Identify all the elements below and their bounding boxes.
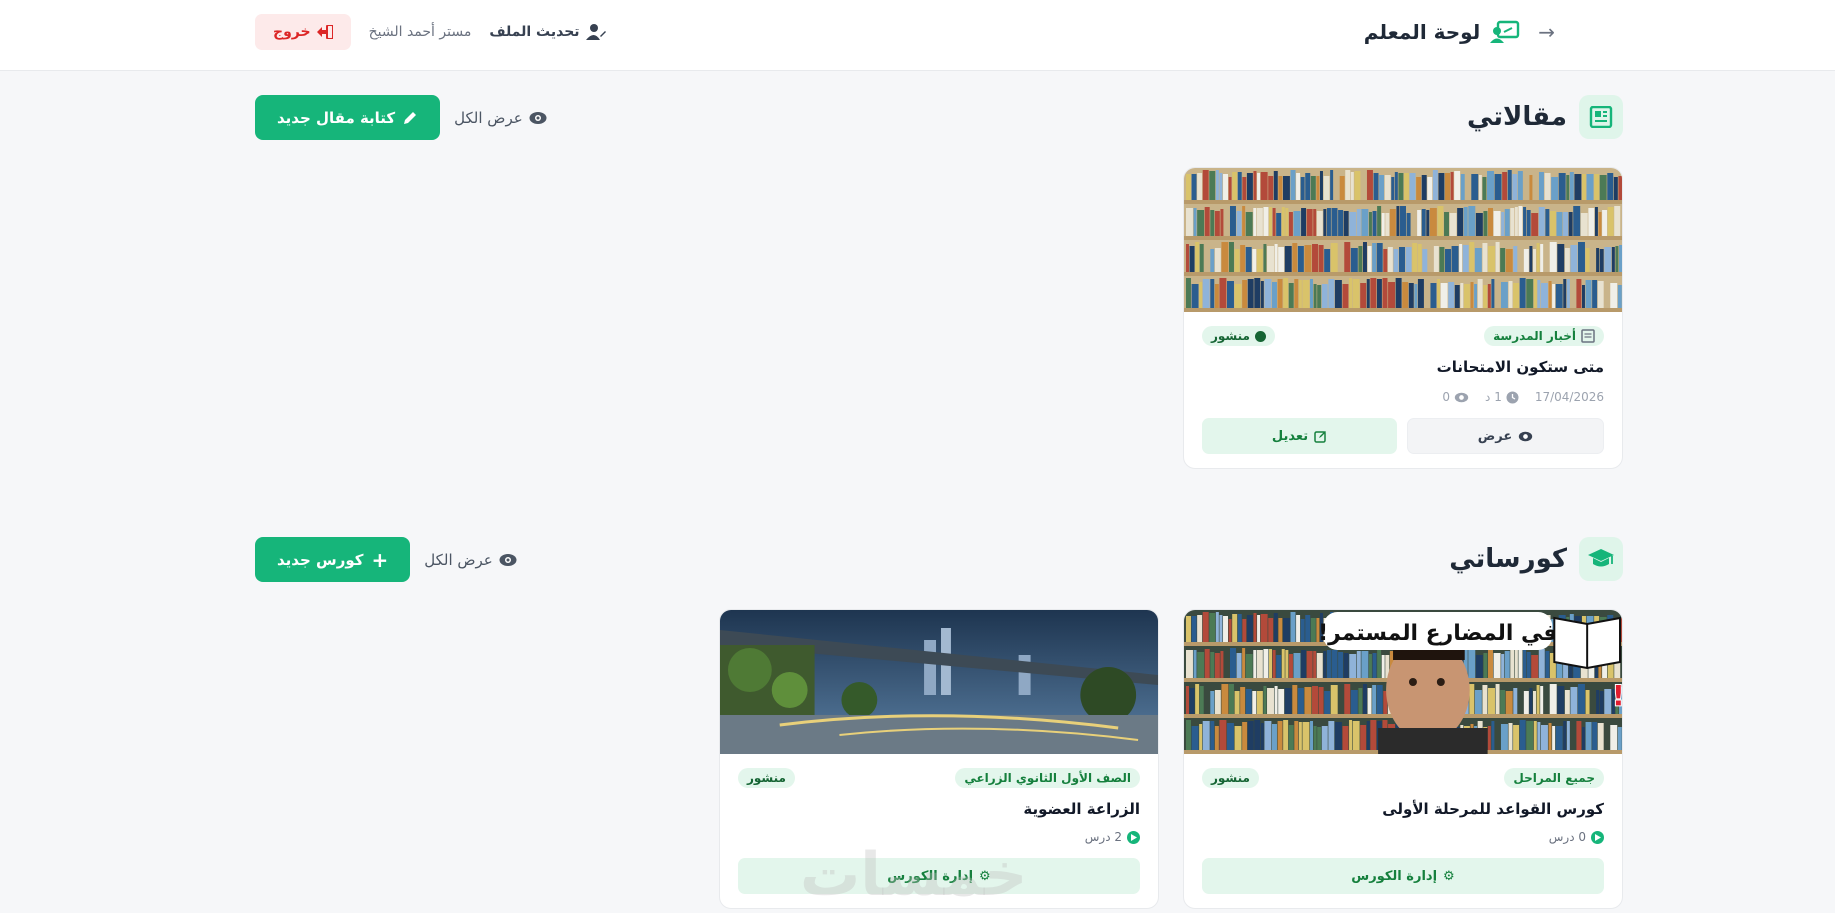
update-profile-link[interactable]: تحديث الملف	[489, 24, 606, 40]
courses-actions: + كورس جديد عرض الكل	[255, 537, 517, 582]
bookshelf-image	[1184, 168, 1622, 312]
article-meta: 17/04/2026 1 د 0	[1202, 390, 1604, 404]
course-lessons-count: 0 درس	[1548, 830, 1586, 844]
update-profile-label: تحديث الملف	[489, 24, 580, 40]
course-card: في المضارع المستمر! في 5 دقائق! جميع الم…	[1183, 609, 1623, 909]
manage-course-label: إدارة الكورس	[1351, 868, 1438, 884]
manage-course-button[interactable]: ⚙ إدارة الكورس	[738, 858, 1140, 894]
teacher-board-icon	[1490, 20, 1520, 43]
course-grade-badge: جميع المراحل	[1504, 768, 1604, 788]
article-date: 17/04/2026	[1534, 390, 1604, 404]
courses-section-header: كورساتي	[1449, 537, 1623, 581]
article-views-count: 0	[1442, 390, 1451, 404]
article-edit-button[interactable]: تعديل	[1202, 418, 1397, 454]
article-read-time-text: 1 د	[1485, 390, 1502, 404]
eye-icon	[1519, 431, 1533, 441]
article-title: متى ستكون الامتحانات	[1436, 358, 1604, 376]
course-status-badge: منشور	[1202, 768, 1259, 788]
edit-icon	[1314, 430, 1327, 443]
course-status-badge: منشور	[738, 768, 795, 788]
logout-label: خروج	[273, 24, 311, 40]
thumbnail-subline: في 5 دقائق!	[1612, 679, 1622, 712]
articles-view-all-link[interactable]: عرض الكل	[454, 109, 547, 127]
thumbnail-headline: في المضارع المستمر!	[1318, 621, 1557, 646]
article-view-button[interactable]: عرض	[1407, 418, 1604, 454]
sign-out-icon	[316, 25, 333, 39]
pencil-icon	[404, 112, 417, 124]
write-article-button[interactable]: كتابة مقال جديد	[255, 95, 441, 140]
article-category-badge: أخبار المدرسة	[1484, 326, 1604, 346]
new-course-button[interactable]: + كورس جديد	[255, 537, 411, 582]
courses-view-all-link[interactable]: عرض الكل	[424, 551, 517, 569]
play-circle-icon	[1591, 830, 1604, 844]
course-lessons: 0 درس	[1202, 830, 1604, 844]
articles-actions: كتابة مقال جديد عرض الكل	[255, 95, 547, 140]
write-article-label: كتابة مقال جديد	[277, 108, 396, 127]
articles-section-header: مقالاتي	[1467, 95, 1623, 139]
courses-title: كورساتي	[1449, 544, 1567, 574]
article-status-label: منشور	[1211, 329, 1250, 343]
course-lessons-count: 2 درس	[1084, 830, 1122, 844]
courses-view-all-label: عرض الكل	[424, 550, 493, 569]
article-card: أخبار المدرسة منشور متى ستكون الامتحانات…	[1183, 167, 1623, 469]
course-lessons: 2 درس	[738, 830, 1140, 844]
published-dot-icon	[1254, 330, 1266, 342]
gear-icon: ⚙	[1443, 868, 1455, 884]
clock-icon	[1506, 391, 1519, 403]
course-card: الصف الأول الثانوي الزراعي منشور الزراعة…	[719, 609, 1159, 909]
top-bar-actions: تحديث الملف مستر أحمد الشيخ خروج	[255, 14, 606, 50]
articles-title: مقالاتي	[1466, 102, 1567, 132]
course-thumbnail-image: في المضارع المستمر! في 5 دقائق!	[1184, 610, 1622, 754]
gear-icon: ⚙	[979, 868, 991, 884]
manage-course-button[interactable]: ⚙ إدارة الكورس	[1202, 858, 1604, 894]
newspaper-small-icon	[1581, 329, 1595, 343]
new-course-label: كورس جديد	[277, 550, 364, 569]
plus-icon: +	[371, 547, 389, 572]
garden-landscape-image	[720, 610, 1158, 754]
open-book-icon	[1553, 616, 1622, 670]
article-views: 0	[1442, 390, 1469, 404]
article-category-label: أخبار المدرسة	[1493, 329, 1576, 343]
eye-icon	[499, 553, 517, 566]
eye-small-icon	[1454, 392, 1469, 402]
user-name: مستر أحمد الشيخ	[368, 24, 472, 40]
manage-course-label: إدارة الكورس	[887, 868, 974, 884]
article-view-label: عرض	[1477, 428, 1513, 444]
graduation-cap-icon	[1579, 537, 1623, 581]
dashboard-title-text: لوحة المعلم	[1363, 20, 1481, 44]
dashboard-title: → لوحة المعلم	[1364, 20, 1555, 44]
user-edit-icon	[585, 24, 606, 40]
article-read-time: 1 د	[1485, 390, 1519, 404]
course-title: الزراعة العضوية	[1023, 800, 1140, 818]
arrow-back-icon[interactable]: →	[1538, 20, 1555, 44]
article-edit-label: تعديل	[1271, 428, 1309, 444]
play-circle-icon	[1127, 830, 1140, 844]
top-bar: → لوحة المعلم تحديث الملف مستر أحمد الشي…	[0, 0, 1835, 71]
newspaper-icon	[1579, 95, 1623, 139]
eye-icon	[529, 111, 547, 124]
article-status-badge: منشور	[1202, 326, 1275, 346]
articles-view-all-label: عرض الكل	[454, 108, 523, 127]
logout-button[interactable]: خروج	[255, 14, 351, 50]
course-grade-badge: الصف الأول الثانوي الزراعي	[955, 768, 1140, 788]
course-title: كورس القواعد للمرحلة الأولى	[1382, 800, 1604, 818]
